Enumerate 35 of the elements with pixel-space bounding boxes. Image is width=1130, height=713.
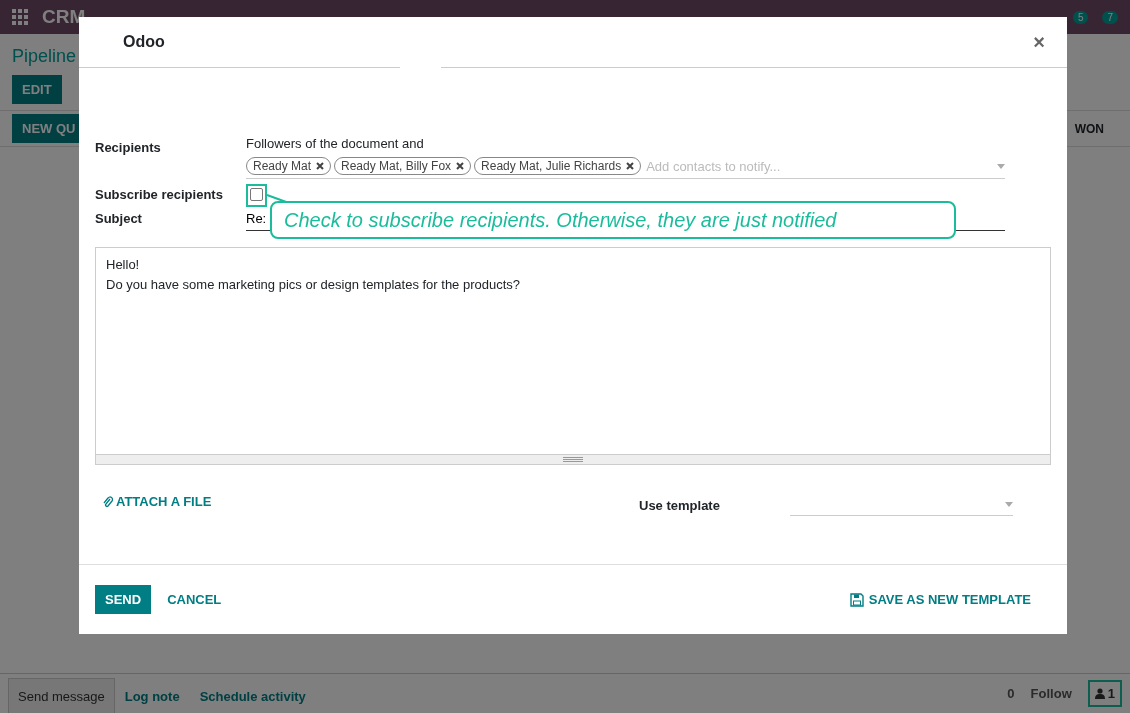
caret-icon — [1005, 502, 1013, 507]
close-button[interactable]: × — [1027, 29, 1051, 55]
cancel-button[interactable]: CANCEL — [157, 584, 232, 615]
followers-button[interactable]: 1 — [1087, 680, 1122, 707]
person-icon — [1094, 688, 1105, 699]
chatter-tab[interactable]: Schedule activity — [189, 677, 316, 713]
field-label: Subject — [95, 210, 143, 226]
recipients-intro: Followers of the document and — [246, 136, 425, 151]
count-badge: 7 — [1102, 10, 1118, 24]
count-badge: 5 — [1072, 10, 1089, 24]
field-label: Use template — [639, 497, 721, 513]
attachment-count[interactable]: 0 — [1007, 686, 1015, 701]
hint-tooltip: Check to subscribe recipients. Otherwise, they are just notified — [270, 201, 956, 239]
attach-file-button[interactable]: ATTACH A FILE — [103, 494, 639, 509]
send-button[interactable]: SEND — [95, 585, 152, 614]
caret-icon — [997, 163, 1005, 169]
apps-menu-icon[interactable] — [12, 9, 28, 25]
remove-icon[interactable] — [626, 162, 635, 170]
edit-button[interactable]: EDIT — [12, 75, 62, 104]
follow-link[interactable]: Follow — [1030, 686, 1072, 701]
subscribe-checkbox[interactable] — [250, 188, 263, 201]
message-line: Hello! — [106, 256, 141, 274]
message-line: Do you have some marketing pics or design templates for the products? — [106, 276, 522, 294]
remove-icon[interactable] — [316, 162, 325, 170]
save-template-button[interactable]: SAVE AS NEW TEMPLATE — [839, 584, 1041, 615]
remove-icon[interactable] — [456, 162, 465, 170]
chatter-tab[interactable]: Log note — [114, 677, 190, 713]
resize-handle-icon[interactable] — [563, 457, 583, 462]
dialog-title: Odoo — [123, 33, 165, 51]
chatter-tab[interactable]: Send message — [8, 677, 115, 713]
field-label: Subscribe recipients — [95, 186, 224, 202]
field-label: Recipients — [95, 139, 162, 155]
paperclip-icon — [103, 495, 113, 508]
message-editor[interactable]: Hello! Do you have some marketing pics or design templates for the products? — [95, 247, 1051, 465]
new-quotation-button[interactable]: NEW QU — [12, 114, 80, 143]
